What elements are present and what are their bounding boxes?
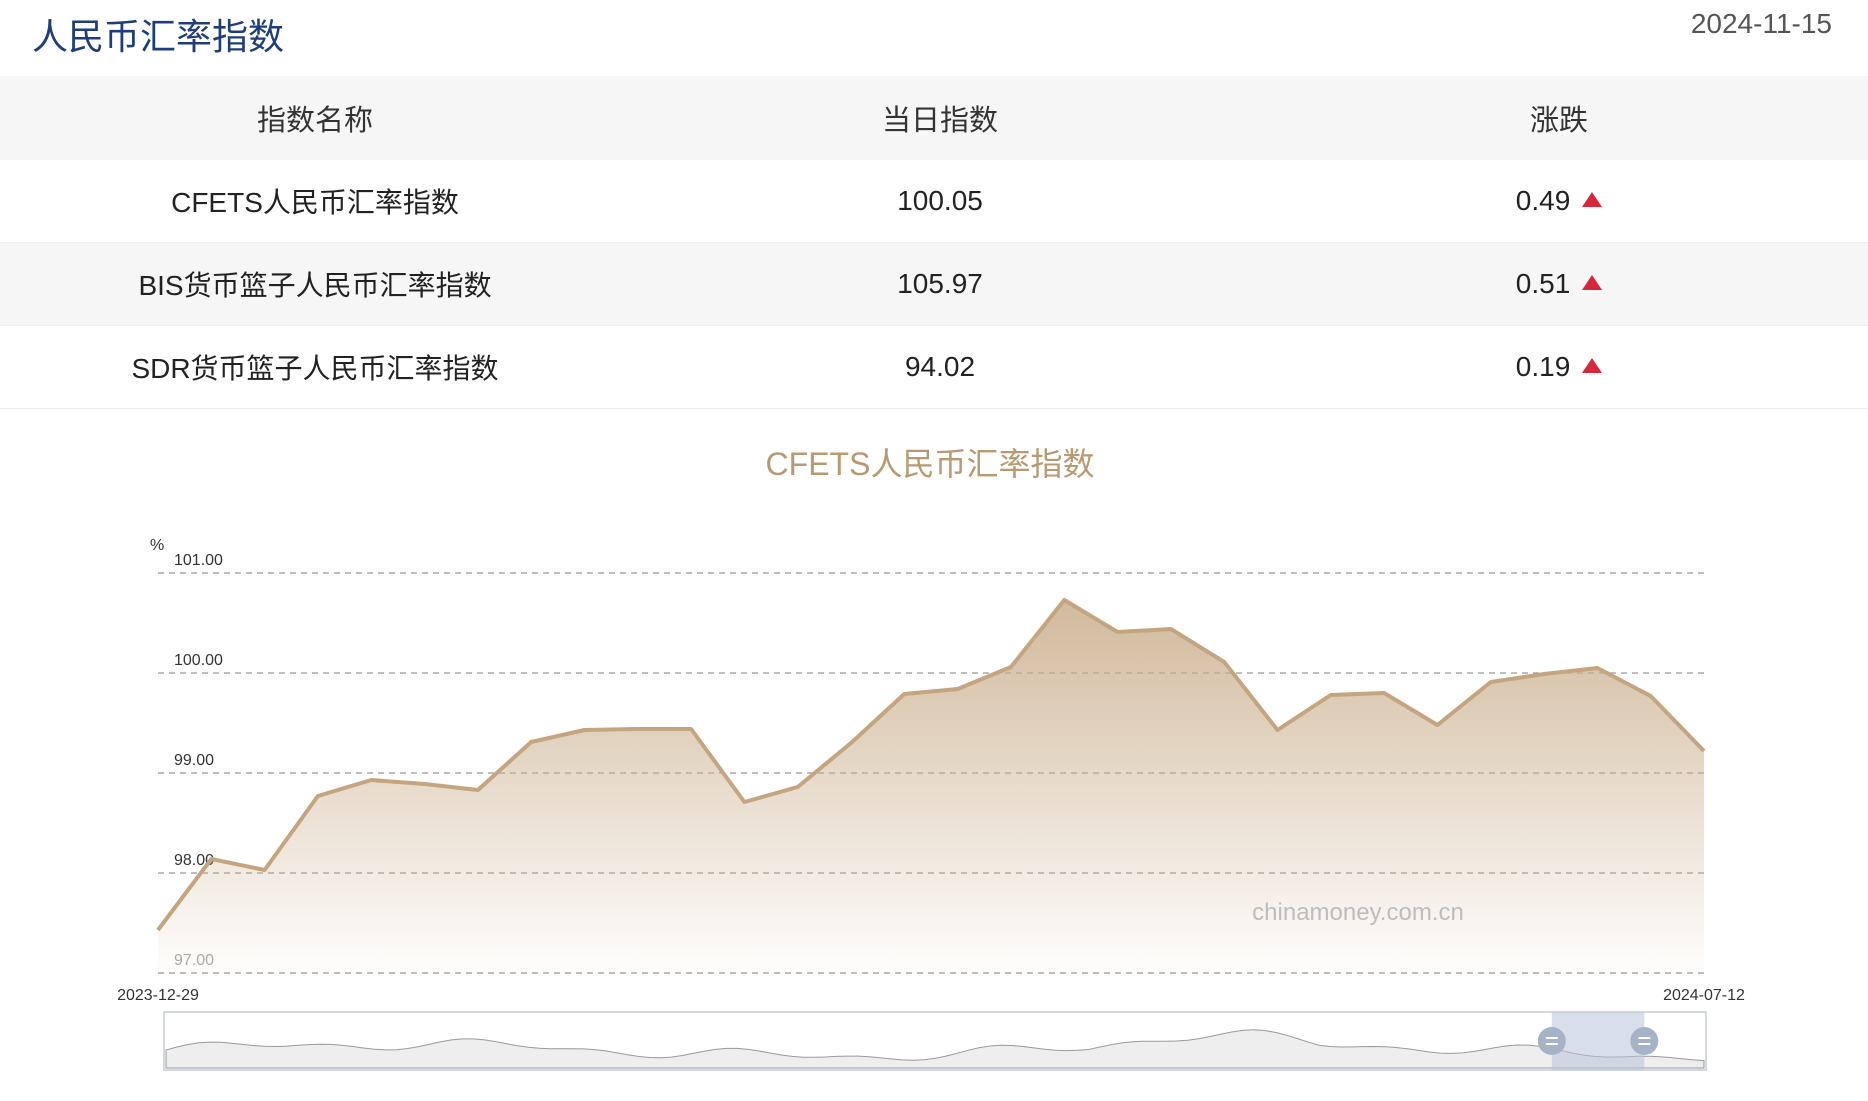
index-table: 指数名称 当日指数 涨跌 CFETS人民币汇率指数 100.05 0.49 BI… (0, 76, 1868, 409)
change-value: 0.51 (1515, 268, 1571, 299)
page-title: 人民币汇率指数 (32, 16, 285, 57)
index-value: 100.05 (630, 160, 1251, 243)
chart-watermark: chinamoney.com.cn (1252, 899, 1464, 926)
index-change: 0.19 (1250, 325, 1868, 409)
page-header: 人民币汇率指数 2024-11-15 (0, 0, 1868, 78)
up-arrow-icon (1582, 275, 1603, 290)
y-axis-unit: % (150, 537, 164, 554)
zoom-handle-left[interactable] (1537, 1027, 1566, 1055)
x-axis-start-label: 2023-12-29 (117, 987, 199, 1004)
table-row: CFETS人民币汇率指数 100.05 0.49 (0, 160, 1868, 243)
y-tick-label: 99.00 (174, 752, 214, 769)
column-header-name: 指数名称 (0, 76, 631, 160)
change-value: 0.49 (1515, 185, 1571, 216)
chart-area-fill (158, 600, 1704, 973)
chart-title: CFETS人民币汇率指数 (766, 446, 1095, 482)
index-name: SDR货币篮子人民币汇率指数 (0, 325, 631, 409)
up-arrow-icon (1582, 358, 1603, 373)
x-axis-end-label: 2024-07-12 (1663, 987, 1745, 1004)
page-date: 2024-11-15 (1690, 8, 1832, 39)
index-value: 94.02 (630, 325, 1251, 409)
table-row: SDR货币篮子人民币汇率指数 94.02 0.19 (0, 325, 1868, 409)
index-change: 0.49 (1250, 160, 1868, 243)
index-name: BIS货币篮子人民币汇率指数 (0, 242, 631, 326)
up-arrow-icon (1582, 192, 1603, 207)
index-value: 105.97 (630, 242, 1251, 326)
zoom-handle-right[interactable] (1630, 1027, 1659, 1055)
index-change: 0.51 (1250, 242, 1868, 326)
chart-container: CFETS人民币汇率指数 % 97.0098.0099.00100.00101.… (0, 400, 1868, 1096)
zoom-slider[interactable] (163, 1011, 1707, 1071)
column-header-change: 涨跌 (1250, 76, 1868, 160)
table-header-row: 指数名称 当日指数 涨跌 (0, 76, 1868, 160)
y-tick-label: 101.00 (174, 552, 223, 569)
table-row: BIS货币篮子人民币汇率指数 105.97 0.51 (0, 242, 1868, 326)
column-header-value: 当日指数 (630, 76, 1251, 160)
cfets-chart: CFETS人民币汇率指数 % 97.0098.0099.00100.00101.… (117, 446, 1745, 1071)
index-name: CFETS人民币汇率指数 (0, 160, 631, 243)
change-value: 0.19 (1515, 351, 1571, 382)
y-tick-label: 100.00 (174, 652, 223, 669)
